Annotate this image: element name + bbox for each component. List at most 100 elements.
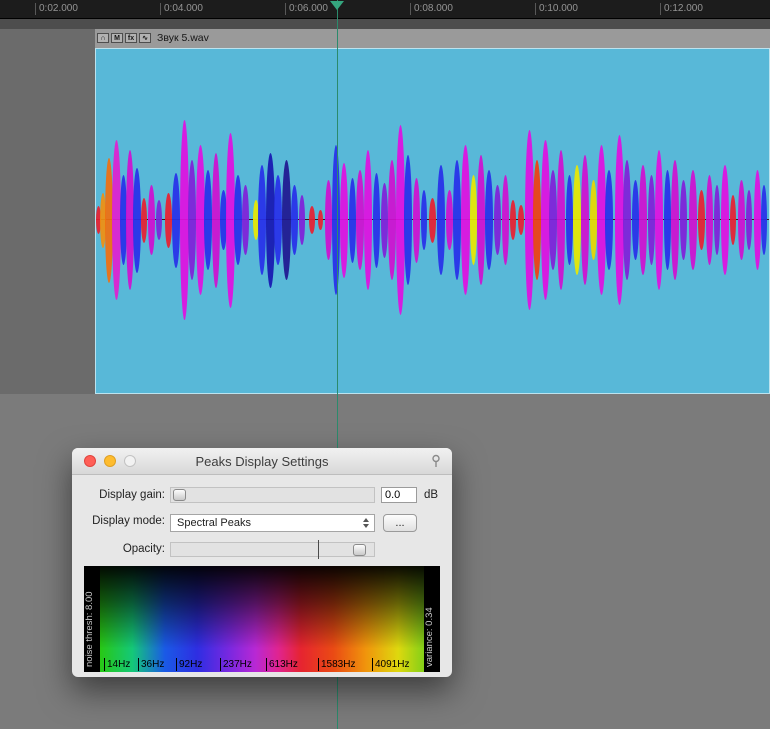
waveform-blob bbox=[388, 160, 396, 280]
spectrum-gradient[interactable]: 14Hz36Hz92Hz237Hz613Hz1583Hz4091Hz bbox=[100, 566, 424, 672]
frequency-label: 613Hz bbox=[266, 658, 298, 671]
waveform-blob bbox=[282, 160, 291, 280]
waveform-blob bbox=[349, 178, 356, 263]
display-gain-label: Display gain: bbox=[99, 489, 165, 501]
waveform-blob bbox=[761, 185, 767, 255]
waveform-blob bbox=[204, 170, 212, 270]
track-lane-top bbox=[0, 19, 770, 29]
frequency-label: 4091Hz bbox=[372, 658, 409, 671]
lock-icon[interactable]: ∩ bbox=[97, 33, 109, 43]
track-lane-left bbox=[0, 29, 95, 394]
waveform-blob bbox=[446, 190, 453, 250]
ruler-time-label: 0:06.000 bbox=[285, 3, 328, 15]
media-item[interactable] bbox=[95, 48, 770, 394]
waveform-blob bbox=[381, 183, 388, 258]
waveform-blob bbox=[148, 185, 155, 255]
frequency-label: 1583Hz bbox=[318, 658, 355, 671]
opacity-handle[interactable] bbox=[353, 544, 366, 556]
item-title: Звук 5.wav bbox=[157, 32, 209, 44]
envelope-icon[interactable]: ∿ bbox=[139, 33, 151, 43]
waveform-blob bbox=[332, 145, 340, 295]
opacity-detent-mark bbox=[318, 540, 319, 559]
variance-label: variance: 0.34 bbox=[424, 566, 440, 672]
waveform-blob bbox=[632, 180, 639, 260]
reaper-arrange-view: 0:02.000 0:04.000 0:06.000 0:08.000 0:10.000… bbox=[0, 0, 770, 729]
waveform-blob bbox=[234, 175, 242, 265]
waveform-blob bbox=[470, 175, 477, 265]
waveform-blob bbox=[461, 145, 470, 295]
waveform-blob bbox=[373, 173, 380, 268]
display-mode-value: Spectral Peaks bbox=[177, 517, 251, 529]
waveform-blob bbox=[172, 173, 180, 268]
waveform-blob bbox=[258, 165, 266, 275]
mode-options-button[interactable]: ... bbox=[383, 514, 417, 532]
display-gain-handle[interactable] bbox=[173, 489, 186, 501]
ruler-time-label: 0:08.000 bbox=[410, 3, 453, 15]
waveform-blob bbox=[730, 195, 736, 245]
waveform-blob bbox=[689, 170, 697, 270]
ruler-time-label: 0:12.000 bbox=[660, 3, 703, 15]
peaks-display-settings-dialog: Peaks Display Settings Display gain: dB … bbox=[72, 448, 452, 677]
ruler-time-label: 0:10.000 bbox=[535, 3, 578, 15]
waveform-blob bbox=[242, 185, 249, 255]
waveform-blob bbox=[664, 170, 671, 270]
waveform-blob bbox=[356, 170, 364, 270]
waveform-blob bbox=[274, 175, 282, 265]
display-gain-input[interactable] bbox=[381, 487, 417, 503]
waveform-blob bbox=[502, 175, 509, 265]
waveform-blob bbox=[549, 170, 557, 270]
waveform-blob bbox=[212, 153, 220, 288]
waveform-blob bbox=[133, 168, 141, 273]
waveform-blob bbox=[413, 178, 420, 263]
waveform-blob bbox=[291, 185, 298, 255]
display-mode-label: Display mode: bbox=[92, 515, 165, 527]
waveform-blob bbox=[340, 163, 348, 278]
waveform-blob bbox=[299, 195, 305, 245]
pin-icon[interactable] bbox=[429, 454, 443, 468]
waveform-blob bbox=[566, 175, 573, 265]
gain-unit-label: dB bbox=[424, 489, 438, 501]
waveform-blob bbox=[156, 200, 162, 240]
waveform-blob bbox=[746, 190, 752, 250]
dropdown-arrows-icon bbox=[360, 517, 371, 529]
waveform-blob bbox=[309, 206, 315, 234]
timeline-ruler[interactable]: 0:02.000 0:04.000 0:06.000 0:08.000 0:10.000… bbox=[0, 0, 770, 19]
waveform-blob bbox=[429, 198, 436, 243]
waveform-blob bbox=[590, 180, 597, 260]
waveform-blob bbox=[421, 190, 427, 250]
ruler-time-label: 0:04.000 bbox=[160, 3, 203, 15]
display-gain-slider[interactable] bbox=[170, 487, 375, 503]
waveform-blob bbox=[623, 160, 631, 280]
spectrum-display[interactable]: noise thresh: 8.00 14Hz36Hz92Hz237Hz613H… bbox=[84, 566, 440, 672]
dialog-titlebar[interactable]: Peaks Display Settings bbox=[72, 448, 452, 475]
waveform-blob bbox=[557, 150, 565, 290]
waveform-blob bbox=[364, 150, 372, 290]
opacity-slider[interactable] bbox=[170, 542, 375, 557]
frequency-label: 92Hz bbox=[176, 658, 202, 671]
waveform-blob bbox=[325, 180, 332, 260]
spectrum-frequency-labels: 14Hz36Hz92Hz237Hz613Hz1583Hz4091Hz bbox=[100, 566, 424, 672]
ruler-time-label: 0:02.000 bbox=[35, 3, 78, 15]
waveform-blob bbox=[706, 175, 713, 265]
frequency-label: 36Hz bbox=[138, 658, 164, 671]
waveform-blob bbox=[754, 170, 761, 270]
waveform-blob bbox=[738, 180, 745, 260]
waveform-blob bbox=[404, 155, 412, 285]
waveform bbox=[96, 49, 769, 393]
waveform-blob bbox=[721, 165, 729, 275]
opacity-label: Opacity: bbox=[123, 543, 165, 555]
waveform-blob bbox=[680, 180, 687, 260]
waveform-blob bbox=[485, 170, 493, 270]
frequency-label: 14Hz bbox=[104, 658, 130, 671]
mute-icon[interactable]: M bbox=[111, 33, 123, 43]
item-header-icons: ∩Mfx∿ bbox=[97, 33, 151, 43]
waveform-blob bbox=[655, 150, 663, 290]
waveform-blob bbox=[639, 165, 647, 275]
waveform-blob bbox=[533, 160, 541, 280]
waveform-blob bbox=[494, 185, 501, 255]
fx-icon[interactable]: fx bbox=[125, 33, 137, 43]
playhead-marker[interactable] bbox=[330, 1, 344, 10]
display-mode-select[interactable]: Spectral Peaks bbox=[170, 514, 375, 532]
waveform-blob bbox=[714, 185, 720, 255]
waveform-blob bbox=[698, 190, 705, 250]
